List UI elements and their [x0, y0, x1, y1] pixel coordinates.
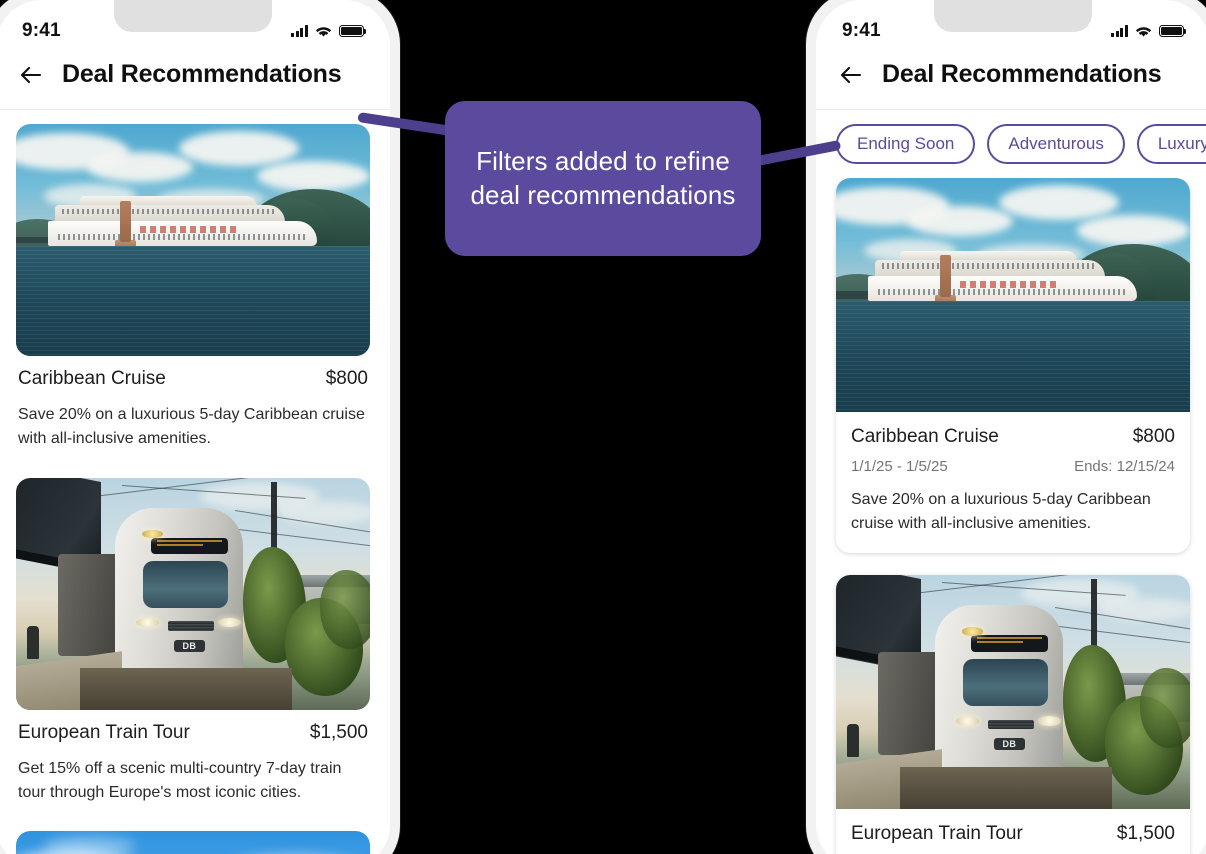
filter-chip-luxury[interactable]: Luxury	[1136, 124, 1206, 164]
app-bar-right: Deal Recommendations	[816, 52, 1206, 110]
cruise-ship-photo	[16, 124, 370, 356]
deal-body: Caribbean Cruise $800 1/1/25 - 1/5/25 En…	[836, 412, 1190, 553]
page-title: Deal Recommendations	[882, 60, 1162, 88]
status-icons	[291, 24, 367, 38]
deal-title-row: European Train Tour $1,500	[851, 823, 1175, 845]
european-train-photo: DB	[16, 477, 370, 710]
annotation-callout: Filters added to refine deal recommendat…	[445, 101, 761, 256]
back-arrow-icon[interactable]	[18, 62, 44, 88]
filter-chip-adventurous[interactable]: Adventurous	[987, 124, 1125, 164]
wifi-icon	[1135, 25, 1152, 38]
filter-chip-ending-soon[interactable]: Ending Soon	[836, 124, 976, 164]
deal-card[interactable]: Caribbean Cruise $800 Save 20% on a luxu…	[16, 124, 370, 456]
deal-title-row: European Train Tour $1,500	[18, 722, 368, 744]
filter-chip-row[interactable]: Ending Soon Adventurous Luxury B	[816, 110, 1206, 178]
notch	[114, 0, 272, 32]
notch	[934, 0, 1092, 32]
deal-description: Save 20% on a luxurious 5-day Caribbean …	[851, 491, 1151, 533]
app-bar-left: Deal Recommendations	[0, 52, 390, 110]
screenshot-stage: 9:41 Deal Recommendations Caribbean Crui…	[0, 0, 1206, 854]
deal-card[interactable]: Caribbean Cruise $800 1/1/25 - 1/5/25 En…	[836, 178, 1190, 553]
deal-body: European Train Tour $1,500 Get 15% off a…	[16, 710, 370, 810]
back-arrow-icon[interactable]	[838, 62, 864, 88]
battery-full-icon	[1159, 24, 1187, 38]
phone-right-screen: 9:41 Deal Recommendations Ending Soon Ad…	[816, 0, 1206, 854]
status-time: 9:41	[842, 20, 881, 41]
deal-date-row: 1/1/25 - 1/5/25 Ends: 12/15/24	[851, 458, 1175, 475]
deal-list-right: Caribbean Cruise $800 1/1/25 - 1/5/25 En…	[816, 178, 1206, 854]
deal-title-row: Caribbean Cruise $800	[851, 426, 1175, 448]
deal-body: European Train Tour $1,500 1/15/25 - 1/2…	[836, 809, 1190, 854]
cellular-signal-icon	[1111, 25, 1128, 37]
deal-list-left: Caribbean Cruise $800 Save 20% on a luxu…	[0, 110, 390, 854]
deal-description: Save 20% on a luxurious 5-day Caribbean …	[18, 406, 365, 448]
deal-card[interactable]: DB European Train Tour $1,500	[16, 477, 370, 810]
status-icons	[1111, 24, 1187, 38]
phone-left-screen: 9:41 Deal Recommendations Caribbean Crui…	[0, 0, 390, 854]
deal-price: $800	[1132, 426, 1175, 447]
page-title: Deal Recommendations	[62, 60, 342, 88]
status-time: 9:41	[22, 20, 61, 41]
phone-right: 9:41 Deal Recommendations Ending Soon Ad…	[806, 0, 1206, 854]
deal-description: Get 15% off a scenic multi-country 7-day…	[18, 759, 342, 801]
phone-left: 9:41 Deal Recommendations Caribbean Crui…	[0, 0, 400, 854]
annotation-text: Filters added to refine deal recommendat…	[470, 146, 736, 210]
cellular-signal-icon	[291, 25, 308, 37]
deal-price: $1,500	[309, 721, 368, 743]
deal-title: European Train Tour	[851, 822, 1023, 844]
deal-title: Caribbean Cruise	[851, 426, 999, 447]
wifi-icon	[315, 25, 332, 38]
deal-dates: 1/1/25 - 1/5/25	[851, 458, 948, 475]
deal-card[interactable]: DB European Train Tour $1,500	[836, 574, 1190, 854]
cruise-ship-photo	[836, 178, 1190, 412]
deal-price: $800	[325, 368, 368, 389]
deal-title: Caribbean Cruise	[18, 368, 166, 389]
deal-ends-date: Ends: 12/15/24	[1074, 458, 1175, 475]
deal-body: Caribbean Cruise $800 Save 20% on a luxu…	[16, 356, 370, 456]
deal-title: European Train Tour	[18, 721, 190, 743]
deal-price: $1,500	[1116, 822, 1175, 844]
battery-full-icon	[339, 24, 367, 38]
deal-card[interactable]	[16, 831, 370, 854]
european-train-photo: DB	[836, 574, 1190, 809]
deal-title-row: Caribbean Cruise $800	[18, 368, 368, 390]
sky-tower-photo	[16, 831, 370, 854]
